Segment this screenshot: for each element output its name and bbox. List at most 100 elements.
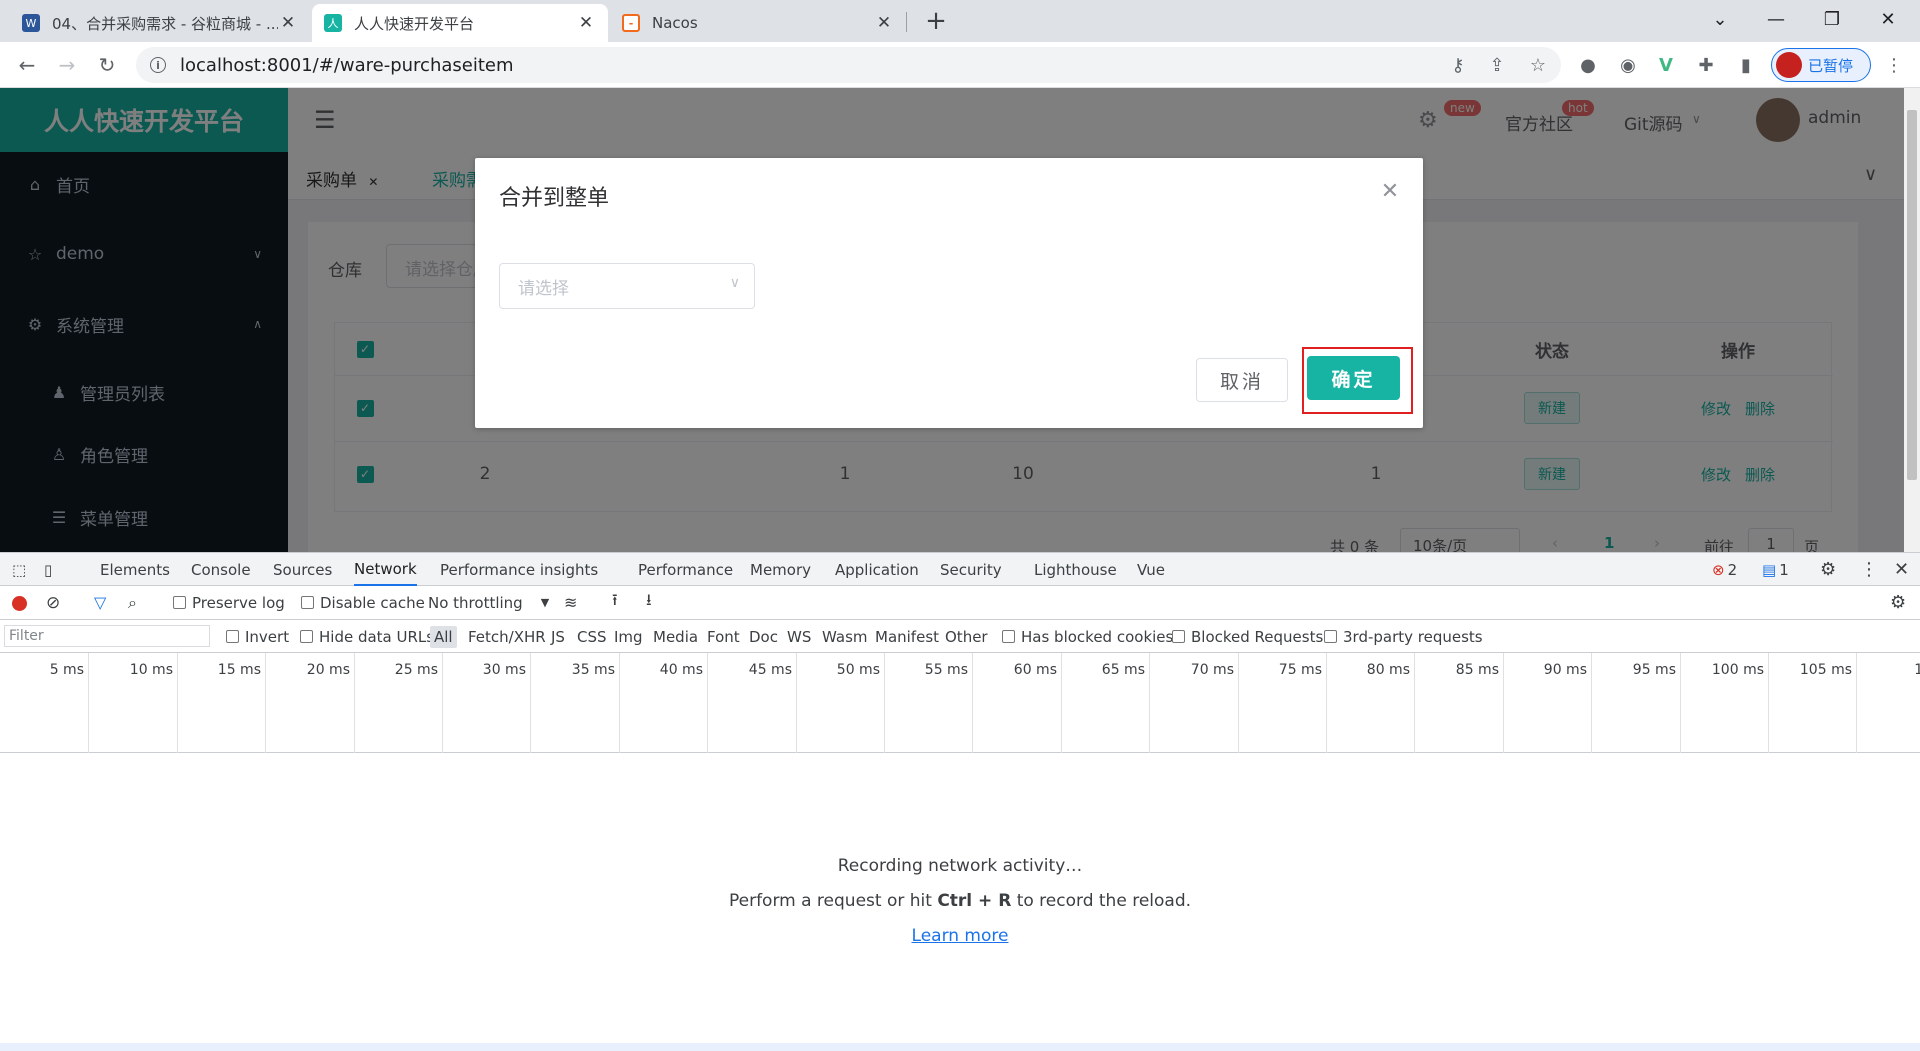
type-filter-font[interactable]: Font xyxy=(707,620,740,653)
tab-application[interactable]: Application xyxy=(835,553,919,586)
tab-network[interactable]: Network xyxy=(354,553,417,586)
tab-console[interactable]: Console xyxy=(191,553,251,586)
tab-lighthouse[interactable]: Lighthouse xyxy=(1034,553,1117,586)
message-count[interactable]: ▤ 1 xyxy=(1762,553,1789,586)
device-toolbar-icon[interactable]: ▯ xyxy=(44,553,52,586)
blocked-requests-checkbox[interactable]: Blocked Requests xyxy=(1172,620,1323,653)
preserve-log-checkbox[interactable]: Preserve log xyxy=(173,586,285,619)
extension-icon[interactable]: ● xyxy=(1576,53,1600,77)
page-scrollbar[interactable] xyxy=(1904,88,1920,552)
inspect-element-icon[interactable]: ⬚ xyxy=(12,553,26,586)
invert-checkbox[interactable]: Invert xyxy=(226,620,289,653)
vue-devtools-icon[interactable]: V xyxy=(1654,53,1678,77)
export-har-icon[interactable]: ⭳ xyxy=(646,586,652,619)
more-icon[interactable]: ⋮ xyxy=(1860,553,1878,586)
extension-icon[interactable]: ◉ xyxy=(1616,53,1640,77)
checkbox[interactable] xyxy=(301,596,314,609)
clear-icon[interactable]: ⊘ xyxy=(46,586,60,619)
tab-vue[interactable]: Vue xyxy=(1137,553,1165,586)
purchase-order-select[interactable]: 请选择 ∨ xyxy=(499,263,755,309)
checkbox[interactable] xyxy=(300,630,313,643)
network-filter-bar: Filter Invert Hide data URLs All Fetch/X… xyxy=(0,620,1920,653)
address-bar[interactable]: i localhost:8001/#/ware-purchaseitem xyxy=(136,47,1561,83)
type-filter-js[interactable]: JS xyxy=(551,620,565,653)
close-icon[interactable]: ✕ xyxy=(278,13,298,33)
new-tab-button[interactable]: + xyxy=(922,6,950,36)
throttling-select[interactable]: No throttling ▼ xyxy=(428,586,549,619)
tab-elements[interactable]: Elements xyxy=(100,553,170,586)
timeline-tick-label: 10 ms xyxy=(129,662,173,678)
close-icon[interactable]: ✕ xyxy=(1379,179,1401,204)
checkbox[interactable] xyxy=(1172,630,1185,643)
type-filter-doc[interactable]: Doc xyxy=(749,620,778,653)
maximize-button[interactable]: ❐ xyxy=(1804,0,1860,38)
checkbox[interactable] xyxy=(173,596,186,609)
type-filter-wasm[interactable]: Wasm xyxy=(822,620,868,653)
minimize-button[interactable]: — xyxy=(1748,0,1804,38)
type-filter-ws[interactable]: WS xyxy=(787,620,811,653)
dialog-title: 合并到整单 xyxy=(499,186,610,211)
close-icon[interactable]: ✕ xyxy=(576,13,596,33)
share-icon[interactable]: ⇪ xyxy=(1485,53,1509,77)
learn-more-link[interactable]: Learn more xyxy=(0,926,1920,946)
tab-security[interactable]: Security xyxy=(940,553,1002,586)
import-har-icon[interactable]: ⭱ xyxy=(612,586,618,619)
timeline-gridline xyxy=(884,653,885,753)
tab-performance-insights[interactable]: Performance insights xyxy=(440,553,598,586)
bookmark-star-icon[interactable]: ☆ xyxy=(1526,53,1550,77)
browser-tab-gulimall[interactable]: W 04、合并采购需求 - 谷粒商城 - ... ✕ xyxy=(10,4,310,42)
search-icon[interactable]: ⌕ xyxy=(128,586,137,619)
disable-cache-checkbox[interactable]: Disable cache xyxy=(301,586,425,619)
close-icon[interactable]: ✕ xyxy=(874,13,894,33)
side-panel-icon[interactable]: ▮ xyxy=(1734,53,1758,77)
hide-data-urls-checkbox[interactable]: Hide data URLs xyxy=(300,620,434,653)
key-icon[interactable]: ⚷ xyxy=(1446,53,1470,77)
confirm-button[interactable]: 确定 xyxy=(1307,356,1400,400)
error-count[interactable]: ⊗ 2 xyxy=(1712,553,1737,586)
type-filter-manifest[interactable]: Manifest xyxy=(875,620,939,653)
network-timeline-overview[interactable]: 5 ms 10 ms 15 ms 20 ms 25 ms 30 ms 35 ms 40 ms 4… xyxy=(0,653,1920,753)
browser-tab-renren[interactable]: 人 人人快速开发平台 ✕ xyxy=(312,4,608,42)
browser-tab-strip: W 04、合并采购需求 - 谷粒商城 - ... ✕ 人 人人快速开发平台 ✕ … xyxy=(0,0,1920,42)
type-filter-other[interactable]: Other xyxy=(945,620,988,653)
cancel-button[interactable]: 取消 xyxy=(1196,358,1288,402)
network-settings-gear-icon[interactable]: ⚙ xyxy=(1890,586,1906,619)
site-info-icon[interactable]: i xyxy=(150,57,166,73)
checkbox-label: Has blocked cookies xyxy=(1021,627,1174,646)
window-close-button[interactable]: ✕ xyxy=(1860,0,1916,38)
settings-gear-icon[interactable]: ⚙ xyxy=(1820,553,1836,586)
scrollbar-thumb[interactable] xyxy=(1907,110,1917,480)
profile-paused-button[interactable]: 已暂停 xyxy=(1771,48,1871,82)
type-filter-fetch[interactable]: Fetch/XHR xyxy=(468,620,546,653)
filter-input[interactable]: Filter xyxy=(4,625,210,647)
checkbox-label: Invert xyxy=(245,627,290,646)
checkbox[interactable] xyxy=(1324,630,1337,643)
type-filter-css[interactable]: CSS xyxy=(577,620,607,653)
checkbox-label: 3rd-party requests xyxy=(1343,627,1483,646)
browser-tab-nacos[interactable]: - Nacos ✕ xyxy=(610,4,906,42)
puzzle-icon[interactable]: ✚ xyxy=(1694,53,1718,77)
checkbox[interactable] xyxy=(226,630,239,643)
blocked-cookies-checkbox[interactable]: Has blocked cookies xyxy=(1002,620,1173,653)
tab-performance[interactable]: Performance xyxy=(638,553,733,586)
more-icon[interactable]: ⋮ xyxy=(1882,53,1906,77)
tab-sources[interactable]: Sources xyxy=(273,553,332,586)
checkbox[interactable] xyxy=(1002,630,1015,643)
timeline-tick-label: 110 xyxy=(1914,662,1920,678)
reload-button[interactable]: ↻ xyxy=(92,50,122,80)
filter-icon[interactable]: ▽ xyxy=(94,586,106,619)
tab-memory[interactable]: Memory xyxy=(750,553,811,586)
type-filter-img[interactable]: Img xyxy=(614,620,643,653)
type-filter-media[interactable]: Media xyxy=(653,620,698,653)
record-icon[interactable] xyxy=(12,596,27,611)
checkbox-label: Preserve log xyxy=(192,593,285,612)
third-party-checkbox[interactable]: 3rd-party requests xyxy=(1324,620,1483,653)
timeline-tick-label: 75 ms xyxy=(1278,662,1322,678)
forward-button[interactable]: → xyxy=(52,50,82,80)
network-conditions-icon[interactable]: ≋ xyxy=(564,586,577,619)
tab-search-button[interactable]: ⌄ xyxy=(1692,0,1748,38)
back-button[interactable]: ← xyxy=(12,50,42,80)
timeline-tick-label: 80 ms xyxy=(1366,662,1410,678)
close-devtools-icon[interactable]: ✕ xyxy=(1894,553,1909,586)
type-filter-all[interactable]: All xyxy=(430,625,457,648)
